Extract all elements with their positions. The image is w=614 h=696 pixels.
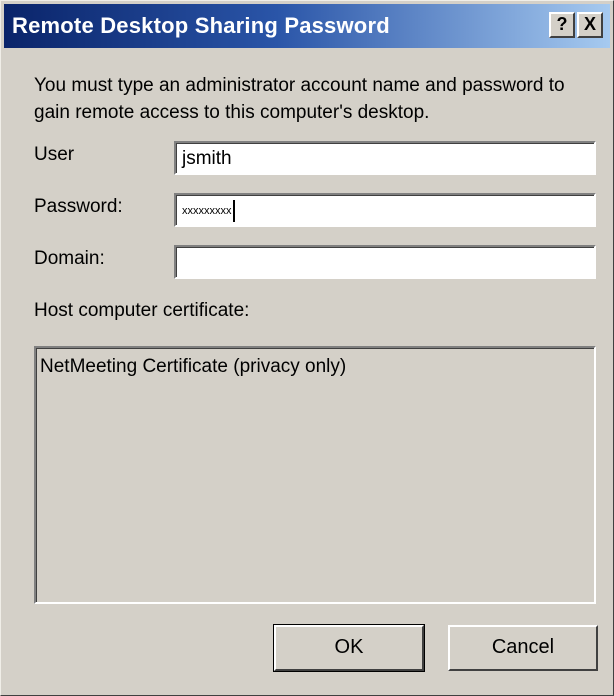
- cancel-button[interactable]: Cancel: [448, 625, 598, 671]
- domain-label: Domain:: [34, 248, 105, 269]
- instructions-text: You must type an administrator account n…: [34, 75, 565, 123]
- certificate-label: Host computer certificate:: [34, 300, 250, 321]
- text-caret: [232, 200, 235, 222]
- user-label: User: [34, 144, 75, 165]
- domain-field[interactable]: [174, 245, 596, 279]
- close-button[interactable]: X: [577, 12, 603, 38]
- window-title: Remote Desktop Sharing Password: [12, 13, 390, 38]
- user-field-value: jsmith: [182, 148, 232, 169]
- certificate-list-item[interactable]: NetMeeting Certificate (privacy only): [40, 356, 346, 378]
- help-button[interactable]: ?: [549, 12, 575, 38]
- certificate-list[interactable]: NetMeeting Certificate (privacy only): [34, 346, 596, 604]
- remote-desktop-password-dialog: Remote Desktop Sharing Password ? X You …: [0, 0, 614, 696]
- ok-button[interactable]: OK: [273, 624, 425, 672]
- password-field-value: xxxxxxxxx: [182, 205, 232, 217]
- password-label: Password:: [34, 196, 123, 217]
- password-field[interactable]: xxxxxxxxx: [174, 193, 596, 227]
- title-bar[interactable]: Remote Desktop Sharing Password ? X: [4, 4, 610, 48]
- user-field[interactable]: jsmith: [174, 141, 596, 175]
